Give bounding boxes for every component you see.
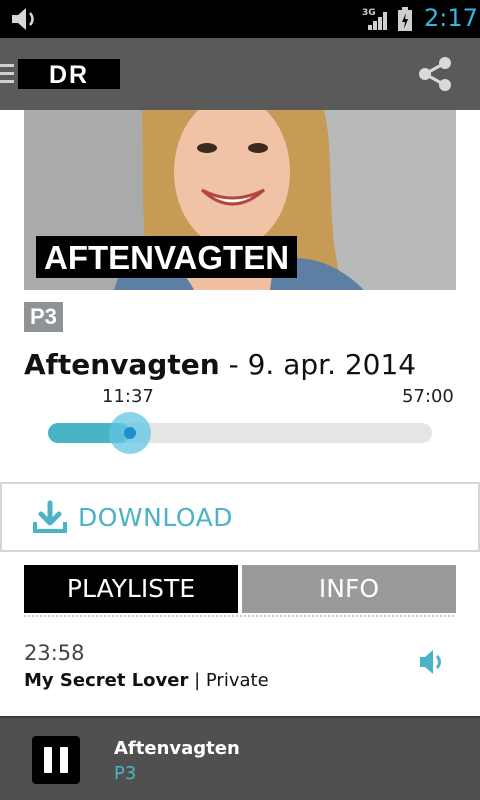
- status-clock: 2:17: [424, 4, 478, 32]
- tab-info[interactable]: INFO: [242, 565, 456, 613]
- current-time: 11:37: [102, 386, 154, 407]
- network-type: 3G: [362, 8, 376, 18]
- episode-heading: Aftenvagten - 9. apr. 2014: [24, 346, 416, 384]
- hamburger-icon[interactable]: [0, 64, 14, 84]
- playlist-item[interactable]: My Secret Lover | Private: [24, 668, 269, 694]
- download-label: DOWNLOAD: [78, 503, 233, 532]
- tab-playliste[interactable]: PLAYLISTE: [24, 565, 238, 613]
- mini-player-title[interactable]: Aftenvagten: [114, 738, 240, 759]
- signal-icon: 3G: [362, 8, 387, 30]
- download-button[interactable]: DOWNLOAD: [0, 482, 480, 552]
- program-image: AFTENVAGTEN: [24, 110, 456, 290]
- program-image-caption: AFTENVAGTEN: [36, 236, 298, 278]
- progress-thumb[interactable]: [109, 412, 152, 454]
- app-bar: DR: [0, 38, 480, 110]
- tab-divider: [24, 613, 456, 617]
- mini-player: Aftenvagten P3: [0, 716, 480, 800]
- logo-text: DR: [49, 61, 89, 89]
- song-artist: Private: [205, 670, 269, 691]
- title-separator: -: [219, 348, 248, 381]
- dr-logo[interactable]: DR: [18, 59, 120, 89]
- mini-player-channel: P3: [114, 763, 137, 784]
- tab-bar: PLAYLISTE INFO: [24, 565, 456, 613]
- speaker-icon: [420, 650, 441, 674]
- battery-icon: [398, 7, 412, 31]
- broadcast-date: 9. apr. 2014: [247, 348, 417, 381]
- pause-icon[interactable]: [32, 736, 80, 784]
- share-icon[interactable]: [416, 55, 454, 93]
- download-icon: [33, 500, 67, 533]
- playlist-item-time: 23:58: [24, 641, 85, 665]
- volume-icon: [12, 8, 34, 30]
- progress-bar[interactable]: [48, 423, 432, 443]
- song-separator: |: [188, 670, 206, 691]
- channel-badge: P3: [24, 302, 63, 332]
- dr-logo-mark: DR: [49, 61, 89, 89]
- status-bar: 3G 2:17: [0, 0, 480, 38]
- song-title: My Secret Lover: [24, 670, 189, 691]
- total-time: 57:00: [402, 386, 454, 407]
- program-title: Aftenvagten: [24, 348, 220, 381]
